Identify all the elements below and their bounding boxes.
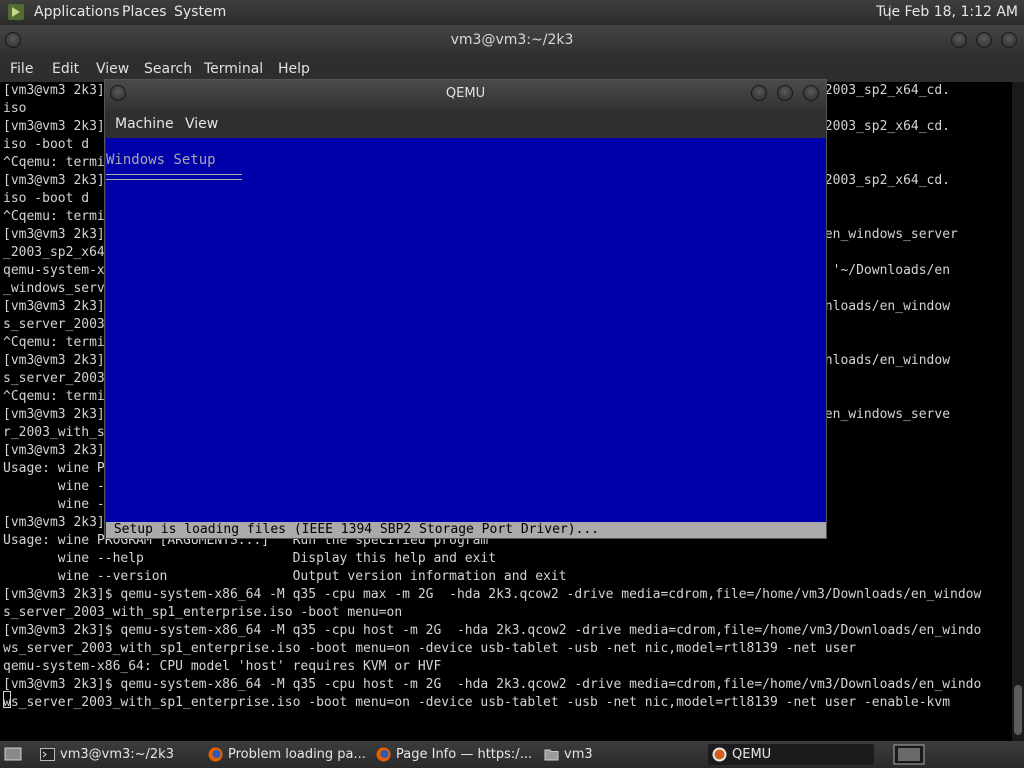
terminal-icon: [40, 748, 55, 761]
bottom-taskbar: vm3@vm3:~/2k3 Problem loading pa... Page…: [0, 741, 1024, 768]
terminal-line: s_server_2003: [3, 371, 105, 386]
vm-display[interactable]: Windows Setup Setup is loading files (IE…: [106, 138, 826, 538]
menu-view[interactable]: View: [96, 61, 129, 77]
menu-places[interactable]: Places: [122, 4, 167, 20]
terminal-line: iso: [3, 101, 27, 116]
folder-icon: [544, 749, 559, 761]
qemu-icon: [712, 747, 727, 762]
terminal-line: [vm3@vm3 2k3]: [3, 443, 105, 458]
terminal-line: iso -boot d: [3, 137, 90, 152]
terminal-line: _windows_serv: [3, 281, 105, 296]
terminal-line: [vm3@vm3 2k3]$ qemu-system-x86_64 -M q35…: [3, 587, 982, 602]
taskbar-item-firefox-problem[interactable]: Problem loading pa...: [204, 744, 366, 765]
firefox-icon: [208, 747, 223, 762]
show-desktop-icon[interactable]: [4, 746, 22, 762]
menu-view[interactable]: View: [185, 116, 218, 132]
terminal-line: [vm3@vm3 2k3]: [3, 515, 105, 530]
terminal-line: wine -: [3, 497, 105, 512]
menu-system[interactable]: System: [174, 4, 226, 20]
terminal-line: s_server_2003_with_sp1_enterprise.iso -b…: [3, 605, 403, 620]
window-menu-icon[interactable]: [5, 32, 21, 48]
terminal-titlebar[interactable]: vm3@vm3:~/2k3: [0, 25, 1024, 57]
menu-edit[interactable]: Edit: [52, 61, 79, 77]
menu-terminal[interactable]: Terminal: [204, 61, 263, 77]
terminal-line: qemu-system-x86_64: CPU model 'host' req…: [3, 659, 442, 674]
terminal-line: ^Cqemu: termi: [3, 209, 105, 224]
top-panel: Applications Places System Tue Feb 18, 1…: [0, 0, 1024, 25]
applications-icon[interactable]: [7, 3, 25, 21]
terminal-line: ^Cqemu: termi: [3, 335, 105, 350]
setup-title: Windows Setup: [106, 152, 216, 168]
clock[interactable]: Tue Feb 18, 1:12 AM: [876, 4, 1018, 20]
taskbar-item-firefox-pageinfo[interactable]: Page Info — https:/...: [372, 744, 534, 765]
menu-machine[interactable]: Machine: [115, 116, 174, 132]
terminal-line: r_2003_with_s: [3, 425, 105, 440]
terminal-line: wine --version Output version informatio…: [3, 569, 567, 584]
workspace-switcher-icon[interactable]: [893, 744, 925, 765]
menu-search[interactable]: Search: [144, 61, 192, 77]
qemu-window: QEMU Machine View Windows Setup Setup is…: [104, 79, 827, 539]
maximize-icon[interactable]: [976, 32, 992, 48]
terminal-line: ws_server_2003_with_sp1_enterprise.iso -…: [3, 641, 857, 656]
terminal-line: _2003_sp2_x64: [3, 245, 105, 260]
close-icon[interactable]: [1001, 32, 1017, 48]
qemu-title: QEMU: [445, 86, 486, 101]
terminal-line: Usage: wine P: [3, 461, 105, 476]
terminal-line: ^Cqemu: termi: [3, 389, 105, 404]
close-icon[interactable]: [803, 85, 819, 101]
terminal-line: ^Cqemu: termi: [3, 155, 105, 170]
maximize-icon[interactable]: [777, 85, 793, 101]
terminal-title: vm3@vm3:~/2k3: [450, 32, 574, 48]
setup-title-underline: [106, 174, 242, 180]
terminal-line: [vm3@vm3 2k3]$ qemu-system-x86_64 -M q35…: [3, 677, 982, 692]
terminal-line: [vm3@vm3 2k3]$ qemu-system-x86_64 -M q35…: [3, 623, 982, 638]
terminal-line: s_server_2003: [3, 317, 105, 332]
taskbar-item-folder[interactable]: vm3: [540, 744, 702, 765]
scrollbar-thumb[interactable]: [1014, 685, 1022, 735]
qemu-titlebar[interactable]: QEMU: [105, 80, 826, 110]
terminal-cursor: [3, 691, 11, 708]
terminal-line: wine --help Display this help and exit: [3, 551, 497, 566]
terminal-scrollbar[interactable]: [1012, 82, 1024, 741]
setup-status-bar: Setup is loading files (IEEE 1394 SBP2 S…: [106, 522, 826, 538]
terminal-line: iso -boot d: [3, 191, 90, 206]
window-menu-icon[interactable]: [110, 85, 126, 101]
menu-applications[interactable]: Applications: [34, 4, 120, 20]
taskbar-item-terminal[interactable]: vm3@vm3:~/2k3: [36, 744, 196, 765]
minimize-icon[interactable]: [751, 85, 767, 101]
taskbar-item-qemu[interactable]: QEMU: [708, 744, 874, 765]
menu-help[interactable]: Help: [278, 61, 310, 77]
minimize-icon[interactable]: [951, 32, 967, 48]
firefox-icon: [376, 747, 391, 762]
qemu-menubar: Machine View: [105, 110, 826, 138]
menu-file[interactable]: File: [10, 61, 33, 77]
terminal-line: wine -: [3, 479, 105, 494]
terminal-line: ws_server_2003_with_sp1_enterprise.iso -…: [3, 695, 951, 710]
